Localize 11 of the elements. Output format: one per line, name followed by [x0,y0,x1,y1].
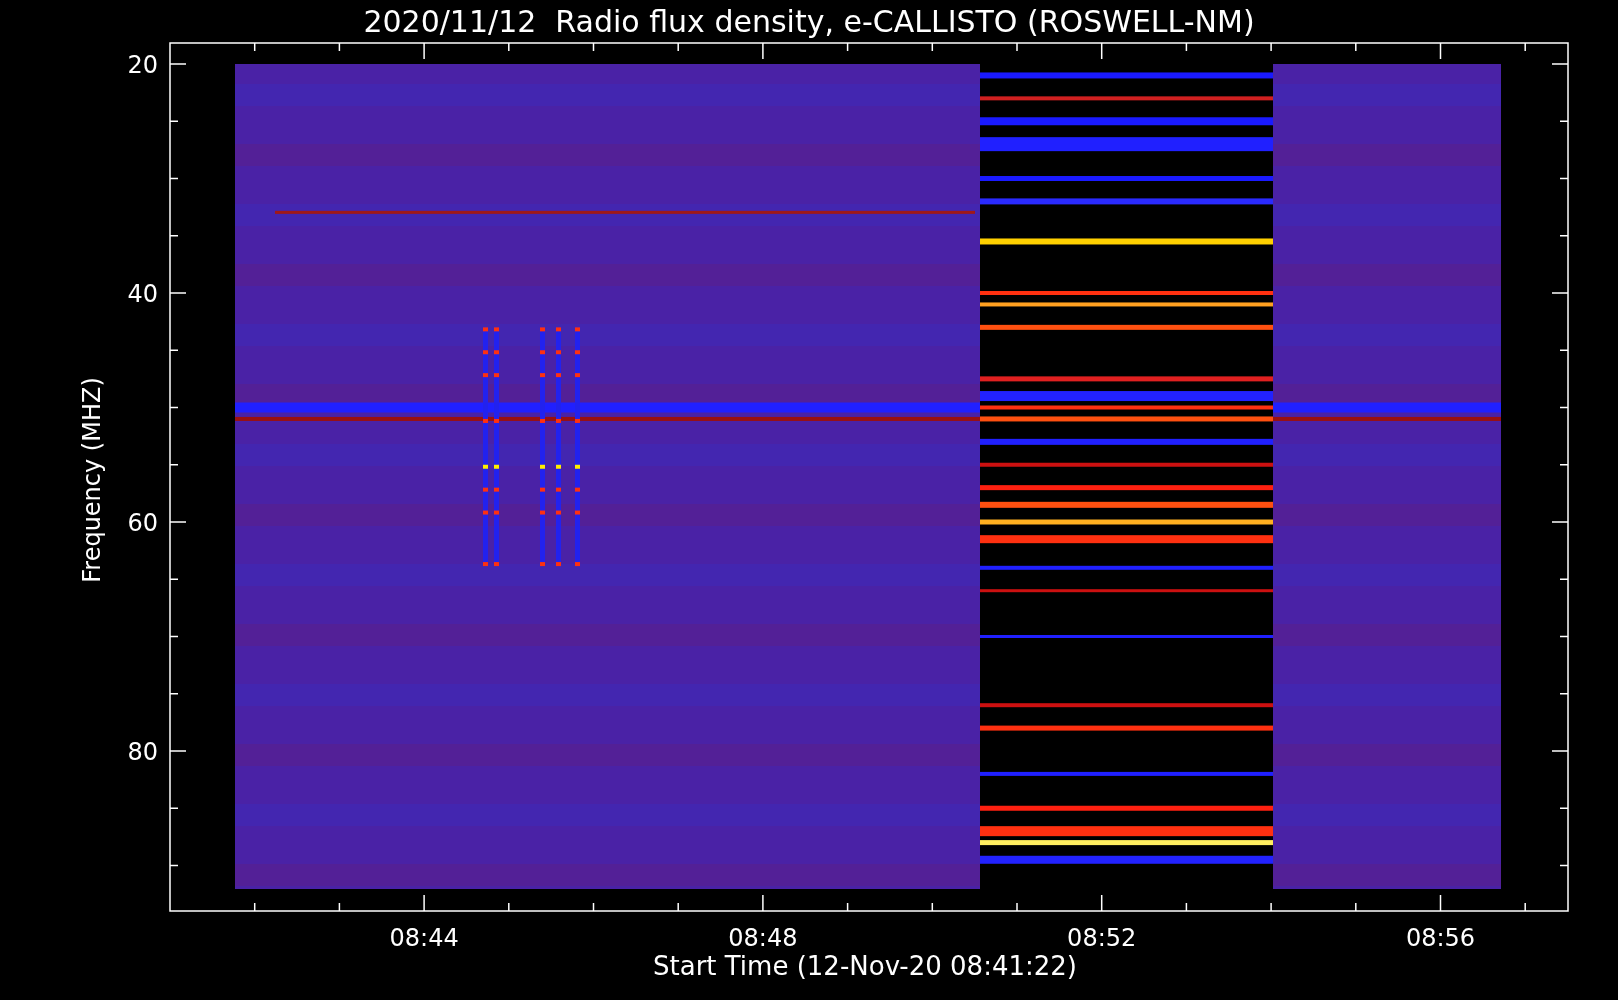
y-tick-label: 40 [127,280,158,308]
y-tick-label: 20 [127,51,158,79]
x-tick-label: 08:56 [1405,924,1476,952]
x-tick-label: 08:44 [389,924,459,952]
x-tick-label: 08:52 [1067,924,1137,952]
x-axis-label: Start Time (12-Nov-20 08:41:22) [653,951,1077,981]
x-tick-label: 08:48 [728,924,798,952]
y-axis-label: Frequency (MHZ) [78,377,106,583]
chart-title: 2020/11/12 Radio flux density, e-CALLISTO (ROSWELL-NM) [363,4,1255,39]
y-tick-label: 80 [127,738,158,766]
y-tick-label: 60 [127,509,158,537]
